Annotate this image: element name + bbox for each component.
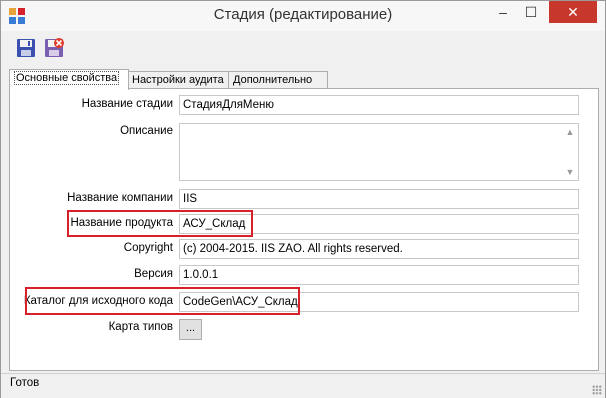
description-label: Описание — [120, 125, 173, 137]
scroll-down-icon[interactable]: ▼ — [562, 164, 578, 180]
copyright-label: Copyright — [123, 242, 173, 254]
resize-grip-icon[interactable] — [592, 385, 602, 395]
dialog-window: Стадия (редактирование) – ☐ ✕ Основные с… — [0, 0, 606, 398]
stage-name-label: Название стадии — [81, 98, 173, 110]
highlight-source-dir-label-and-value — [25, 287, 300, 315]
save-button[interactable] — [15, 37, 37, 59]
maximize-button[interactable]: ☐ — [517, 1, 545, 23]
version-label: Версия — [134, 268, 173, 280]
company-name-label: Название компании — [67, 192, 173, 204]
stage-name-input[interactable]: СтадияДляМеню — [179, 95, 579, 115]
toolbar — [7, 35, 107, 63]
company-name-input[interactable]: IIS — [179, 189, 579, 209]
title-bar[interactable]: Стадия (редактирование) – ☐ ✕ — [1, 1, 605, 31]
highlight-product-label-and-value — [67, 210, 253, 237]
tab-audit-settings[interactable]: Настройки аудита — [127, 71, 234, 89]
type-map-browse-button[interactable]: ... — [179, 319, 202, 340]
status-text: Готов — [10, 377, 40, 389]
tab-additional[interactable]: Дополнительно — [228, 71, 328, 89]
type-map-label: Карта типов — [108, 321, 173, 333]
description-textarea[interactable]: ▲ ▼ — [179, 123, 579, 181]
minimize-button[interactable]: – — [489, 1, 517, 23]
tab-main-properties[interactable]: Основные свойства — [9, 69, 129, 90]
copyright-input[interactable]: (c) 2004-2015. IIS ZAO. All rights reser… — [179, 239, 579, 259]
description-scrollbar[interactable]: ▲ ▼ — [562, 124, 578, 180]
save-and-close-button[interactable] — [43, 37, 65, 59]
scroll-up-icon[interactable]: ▲ — [562, 124, 578, 140]
close-button[interactable]: ✕ — [549, 1, 597, 23]
status-bar: Готов — [1, 373, 605, 398]
floppy-save-close-icon — [45, 38, 64, 57]
floppy-save-icon — [17, 39, 35, 57]
version-input[interactable]: 1.0.0.1 — [179, 265, 579, 285]
